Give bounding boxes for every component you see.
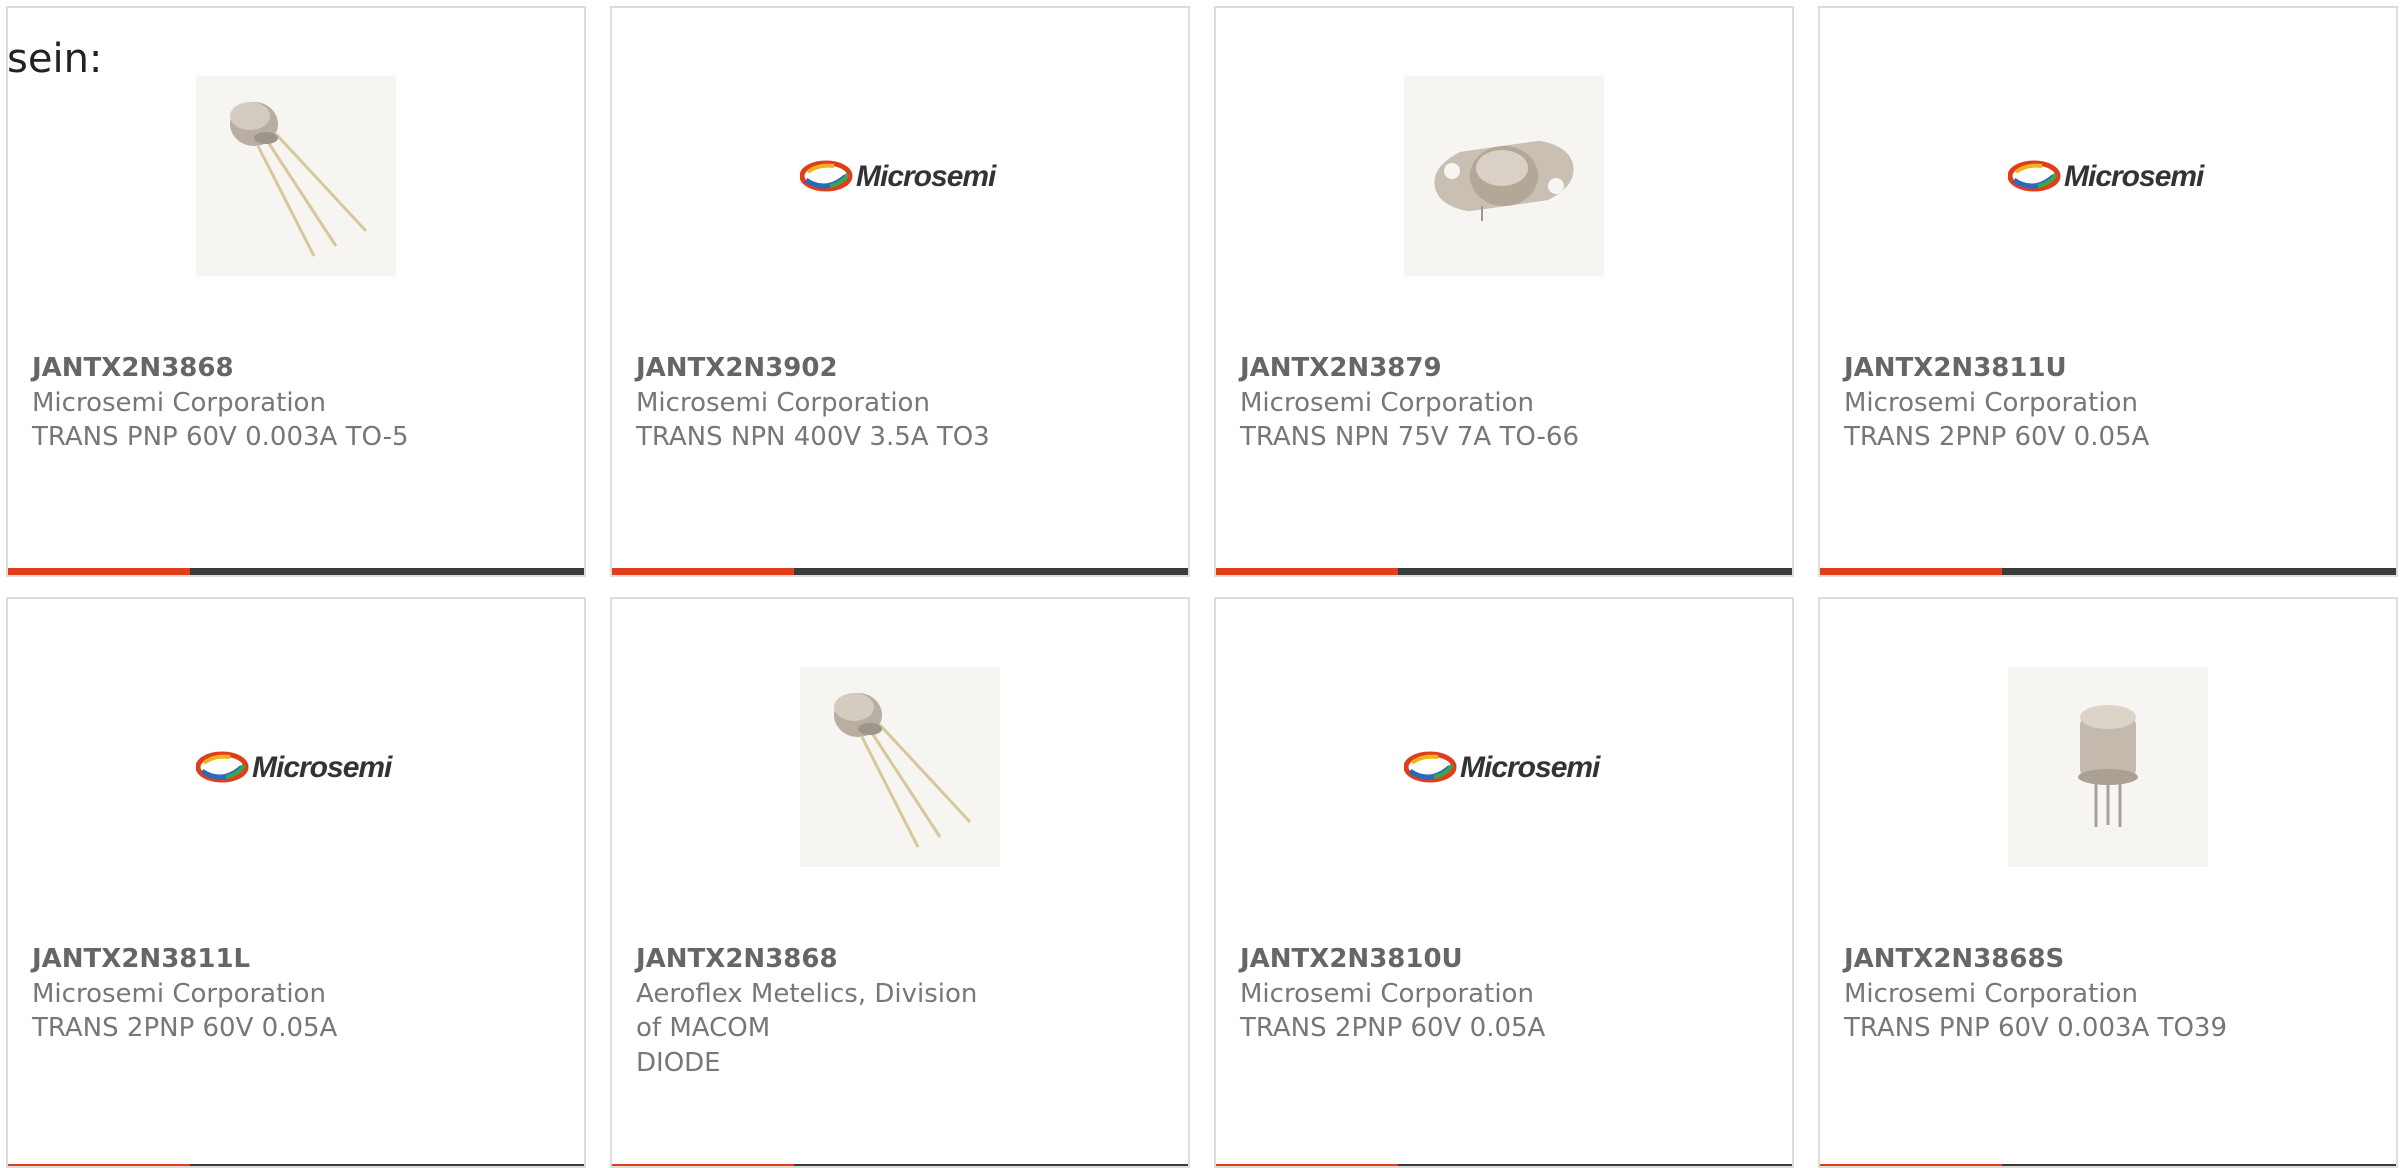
part-number-link[interactable]: JANTX2N3868 bbox=[32, 351, 544, 386]
card-accent-bar bbox=[612, 568, 794, 575]
microsemi-logo[interactable]: Microsemi bbox=[2008, 76, 2208, 276]
manufacturer-name: Microsemi Corporation bbox=[32, 978, 326, 1009]
microsemi-logo[interactable]: Microsemi bbox=[800, 76, 1000, 276]
part-number-link[interactable]: JANTX2N3868S bbox=[1844, 942, 2356, 977]
part-number-link[interactable]: JANTX2N3810U bbox=[1240, 942, 1752, 977]
product-card[interactable]: JANTX2N3868 Aeroflex Metelics, Division … bbox=[610, 597, 1190, 1168]
manufacturer-name: Microsemi Corporation bbox=[1240, 978, 1534, 1009]
microsemi-logo[interactable]: Microsemi bbox=[1404, 667, 1604, 867]
product-card[interactable]: JANTX2N3868 Microsemi Corporation TRANS … bbox=[6, 6, 586, 577]
product-grid: JANTX2N3868 Microsemi Corporation TRANS … bbox=[6, 6, 2398, 1168]
card-accent-bar bbox=[8, 568, 190, 575]
card-bottom-bar bbox=[8, 568, 584, 575]
product-card[interactable]: Microsemi JANTX2N3810U Microsemi Corpora… bbox=[1214, 597, 1794, 1168]
manufacturer-name: Microsemi Corporation bbox=[32, 387, 326, 418]
product-description: TRANS 2PNP 60V 0.05A bbox=[1240, 1013, 1546, 1043]
card-accent-bar bbox=[8, 1164, 190, 1166]
product-description: DIODE bbox=[636, 1047, 721, 1078]
to39-transistor-image[interactable] bbox=[2008, 667, 2208, 867]
part-number-link[interactable]: JANTX2N3868 bbox=[636, 942, 1148, 977]
product-card[interactable]: Microsemi JANTX2N3902 Microsemi Corporat… bbox=[610, 6, 1190, 577]
to5-transistor-image[interactable] bbox=[196, 76, 396, 276]
manufacturer-name: Microsemi Corporation bbox=[1240, 387, 1534, 418]
card-accent-bar bbox=[1820, 568, 2002, 575]
intro-text: sein: bbox=[7, 36, 103, 82]
manufacturer-name: Microsemi Corporation bbox=[1844, 387, 2138, 418]
card-bottom-bar bbox=[8, 1164, 584, 1166]
product-description: TRANS 2PNP 60V 0.05A bbox=[32, 1013, 338, 1043]
product-card[interactable]: JANTX2N3879 Microsemi Corporation TRANS … bbox=[1214, 6, 1794, 577]
product-card[interactable]: Microsemi JANTX2N3811L Microsemi Corpora… bbox=[6, 597, 586, 1168]
card-bottom-bar bbox=[1820, 568, 2396, 575]
part-number-link[interactable]: JANTX2N3811L bbox=[32, 942, 544, 977]
microsemi-logo[interactable]: Microsemi bbox=[196, 667, 396, 867]
card-bottom-bar bbox=[612, 568, 1188, 575]
card-accent-bar bbox=[612, 1164, 794, 1166]
card-accent-bar bbox=[1216, 568, 1398, 575]
product-description: TRANS NPN 75V 7A TO-66 bbox=[1240, 422, 1580, 452]
part-number-link[interactable]: JANTX2N3879 bbox=[1240, 351, 1752, 386]
logo-text: Microsemi bbox=[2064, 160, 2205, 193]
card-bottom-bar bbox=[1216, 568, 1792, 575]
part-number-link[interactable]: JANTX2N3902 bbox=[636, 351, 1148, 386]
card-accent-bar bbox=[1820, 1164, 2002, 1166]
manufacturer-name: Aeroflex Metelics, Division of MACOM bbox=[636, 978, 978, 1044]
manufacturer-name: Microsemi Corporation bbox=[636, 387, 930, 418]
product-description: TRANS PNP 60V 0.003A TO-5 bbox=[32, 422, 409, 452]
logo-text: Microsemi bbox=[252, 751, 393, 784]
card-bottom-bar bbox=[1216, 1164, 1792, 1166]
product-description: TRANS 2PNP 60V 0.05A bbox=[1844, 422, 2150, 452]
card-bottom-bar bbox=[1820, 1164, 2396, 1166]
product-card[interactable]: JANTX2N3868S Microsemi Corporation TRANS… bbox=[1818, 597, 2398, 1168]
logo-text: Microsemi bbox=[856, 160, 997, 193]
product-description: TRANS NPN 400V 3.5A TO3 bbox=[636, 422, 990, 452]
card-accent-bar bbox=[1216, 1164, 1398, 1166]
card-bottom-bar bbox=[612, 1164, 1188, 1166]
product-description: TRANS PNP 60V 0.003A TO39 bbox=[1844, 1013, 2228, 1043]
to66-transistor-image[interactable] bbox=[1404, 76, 1604, 276]
manufacturer-name: Microsemi Corporation bbox=[1844, 978, 2138, 1009]
part-number-link[interactable]: JANTX2N3811U bbox=[1844, 351, 2356, 386]
to5-transistor-image[interactable] bbox=[800, 667, 1000, 867]
product-card[interactable]: Microsemi JANTX2N3811U Microsemi Corpora… bbox=[1818, 6, 2398, 577]
logo-text: Microsemi bbox=[1460, 751, 1601, 784]
